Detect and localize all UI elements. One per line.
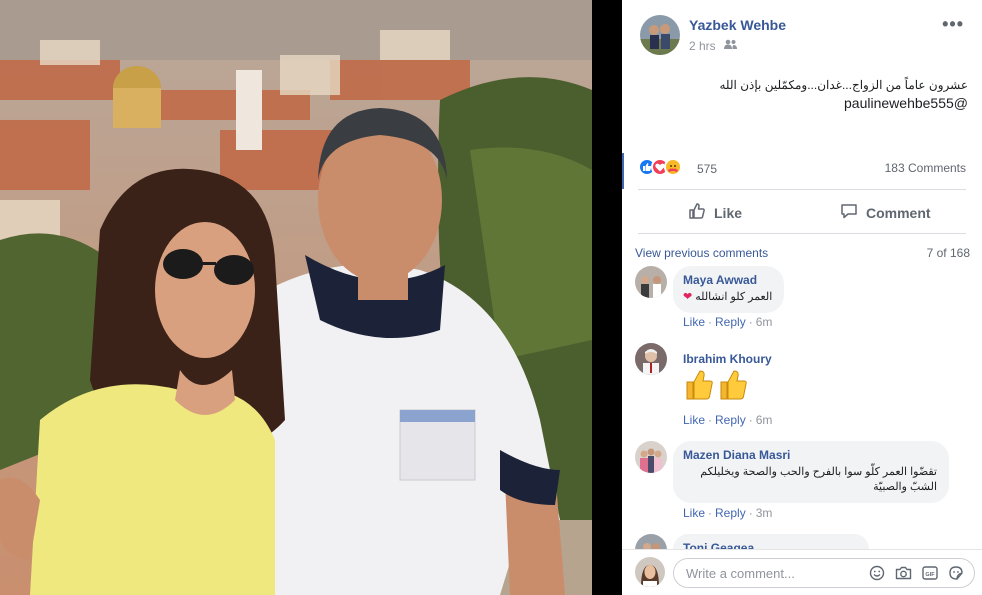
comments-count[interactable]: 183 Comments: [885, 161, 966, 175]
sticker-icon[interactable]: [948, 565, 964, 581]
commenter-name[interactable]: Ibrahim Khoury: [683, 352, 772, 366]
comment-button-label: Comment: [866, 204, 931, 221]
commenter-avatar[interactable]: [635, 441, 667, 473]
thumbs-up-emoji-icon: [718, 369, 748, 406]
divider: [638, 189, 966, 190]
comment-actions: Like · Reply · 6m: [683, 315, 773, 329]
more-options-icon[interactable]: •••: [942, 14, 964, 35]
post-photo[interactable]: [0, 0, 622, 595]
comment-time[interactable]: 6m: [756, 315, 773, 329]
current-user-avatar[interactable]: [635, 557, 665, 587]
thumbs-up-emoji-icon: [684, 369, 714, 406]
thumbs-up-icon: [688, 202, 706, 223]
comment-time[interactable]: 6m: [756, 413, 773, 427]
couple-photo-image: [0, 0, 592, 595]
post-side-panel: Yazbek Wehbe 2 hrs ••• عشرون عاماً من ال…: [622, 0, 982, 595]
commenter-name[interactable]: Maya Awwad: [683, 273, 772, 287]
post-author-name[interactable]: Yazbek Wehbe: [689, 17, 786, 33]
comment-text-body: العمر كلو انشالله: [695, 291, 773, 303]
comment-bubble: Mazen Diana Masri تقضّوا العمر كلّو سوا …: [673, 441, 949, 503]
comment-actions: Like · Reply · 3m: [683, 506, 773, 520]
like-button[interactable]: Like: [688, 202, 742, 223]
view-previous-comments-link[interactable]: View previous comments: [635, 246, 768, 260]
comment-time[interactable]: 3m: [756, 506, 773, 520]
post-timestamp[interactable]: 2 hrs: [689, 39, 716, 53]
comment-bubble: Maya Awwad ❤ العمر كلو انشالله: [673, 266, 785, 313]
post-mention[interactable]: paulinewehbe555@: [719, 94, 968, 112]
comment-emoji: [684, 369, 748, 406]
write-comment-bar: Write a comment... GIF: [622, 549, 982, 595]
comment-like-link[interactable]: Like: [683, 413, 705, 427]
comment-actions: Like · Reply · 6m: [683, 413, 773, 427]
comment-reply-link[interactable]: Reply: [715, 413, 746, 427]
comment-reply-link[interactable]: Reply: [715, 315, 746, 329]
comment-text: تقضّوا العمر كلّو سوا بالفرح والحب والصح…: [700, 466, 937, 493]
photo-letterbox: [592, 0, 622, 595]
comment-input-tools: GIF: [869, 565, 964, 581]
svg-text:GIF: GIF: [925, 572, 935, 578]
post-meta: 2 hrs: [689, 39, 737, 53]
camera-icon[interactable]: [895, 565, 912, 581]
comment-button[interactable]: Comment: [840, 202, 931, 223]
focus-indicator: [622, 153, 624, 189]
divider: [638, 233, 966, 234]
comment-reply-link[interactable]: Reply: [715, 506, 746, 520]
care-reaction-icon: [664, 158, 682, 176]
post-text-line: عشرون عاماً من الزواج...غدان...ومكمّلين …: [719, 78, 968, 92]
comment-like-link[interactable]: Like: [683, 506, 705, 520]
comment-input-placeholder: Write a comment...: [686, 566, 795, 581]
comment-like-link[interactable]: Like: [683, 315, 705, 329]
reaction-icons[interactable]: [638, 158, 682, 176]
commenter-avatar[interactable]: [635, 343, 667, 375]
commenter-avatar[interactable]: [635, 266, 667, 298]
comment-input[interactable]: Write a comment... GIF: [673, 558, 975, 588]
post-text: عشرون عاماً من الزواج...غدان...ومكمّلين …: [719, 76, 968, 112]
like-button-label: Like: [714, 204, 743, 221]
heart-emoji-icon: ❤: [683, 291, 693, 303]
emoji-icon[interactable]: [869, 565, 885, 581]
gif-icon[interactable]: GIF: [922, 565, 938, 581]
comment-text: ❤ العمر كلو انشالله: [683, 290, 772, 305]
commenter-name[interactable]: Mazen Diana Masri: [683, 448, 937, 462]
friends-audience-icon[interactable]: [723, 39, 737, 53]
reactions-count[interactable]: 575: [697, 162, 717, 176]
author-avatar[interactable]: [640, 15, 680, 55]
comment-bubble-icon: [840, 202, 858, 223]
comments-page-count: 7 of 168: [926, 246, 970, 260]
